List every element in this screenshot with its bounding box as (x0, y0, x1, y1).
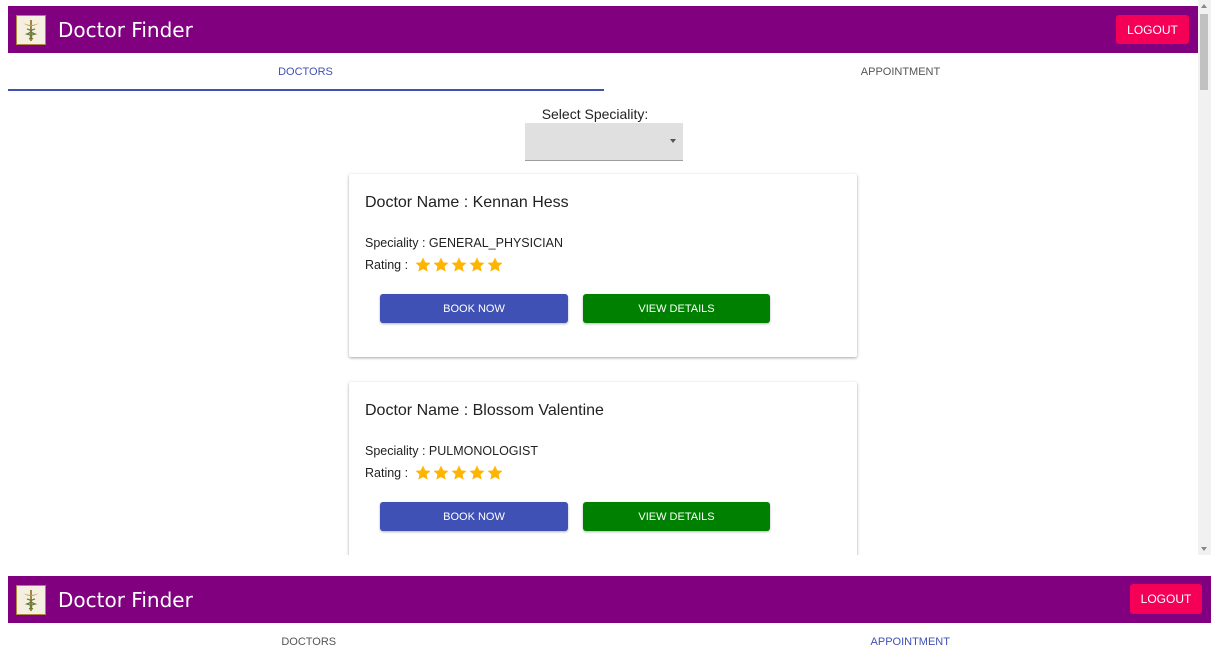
star-icon (451, 257, 467, 272)
rating-stars (414, 256, 504, 274)
doctor-name: Doctor Name : Blossom Valentine (365, 402, 604, 419)
doctor-name: Doctor Name : Kennan Hess (365, 194, 569, 211)
caduceus-logo-icon (16, 14, 46, 45)
tab-bar: DOCTORS APPOINTMENT (8, 623, 1211, 655)
logout-button[interactable]: LOGOUT (1116, 15, 1189, 44)
app-header: Doctor Finder LOGOUT (8, 6, 1199, 53)
star-icon (487, 465, 503, 480)
rating-label: Rating : (365, 466, 409, 480)
speciality-select[interactable] (525, 123, 683, 161)
scroll-down-icon[interactable] (1201, 547, 1207, 551)
book-now-button[interactable]: BOOK NOW (380, 502, 568, 531)
doctor-speciality: Speciality : PULMONOLOGIST (365, 444, 538, 458)
view-details-button[interactable]: VIEW DETAILS (583, 502, 770, 531)
star-icon (487, 257, 503, 272)
star-icon (433, 257, 449, 272)
doctor-rating: Rating : (365, 256, 504, 274)
doctor-rating: Rating : (365, 464, 504, 482)
tab-appointment[interactable]: APPOINTMENT (603, 53, 1198, 91)
chevron-down-icon (670, 139, 676, 143)
scrollbar-thumb[interactable] (1200, 14, 1208, 90)
tab-bar: DOCTORS APPOINTMENT (8, 53, 1198, 91)
doctor-card: Doctor Name : Kennan Hess Speciality : G… (349, 174, 857, 357)
rating-stars (414, 464, 504, 482)
vertical-scrollbar[interactable] (1198, 0, 1211, 555)
logout-button[interactable]: LOGOUT (1130, 584, 1202, 614)
star-icon (469, 465, 485, 480)
caduceus-logo-icon (16, 584, 46, 615)
app-header: Doctor Finder LOGOUT (8, 576, 1211, 623)
tab-doctors[interactable]: DOCTORS (8, 53, 603, 91)
book-now-button[interactable]: BOOK NOW (380, 294, 568, 323)
app-title: Doctor Finder (58, 587, 193, 612)
doctor-card: Doctor Name : Blossom Valentine Speciali… (349, 382, 857, 555)
scroll-up-icon[interactable] (1201, 4, 1207, 8)
app-title: Doctor Finder (58, 17, 193, 42)
star-icon (451, 465, 467, 480)
tab-appointment[interactable]: APPOINTMENT (610, 623, 1211, 655)
doctor-speciality: Speciality : GENERAL_PHYSICIAN (365, 236, 563, 250)
speciality-label: Select Speciality: (541, 106, 649, 122)
star-icon (415, 465, 431, 480)
star-icon (469, 257, 485, 272)
view-details-button[interactable]: VIEW DETAILS (583, 294, 770, 323)
rating-label: Rating : (365, 258, 409, 272)
star-icon (415, 257, 431, 272)
doctors-view: Doctor Finder LOGOUT DOCTORS APPOINTMENT… (0, 0, 1211, 555)
tab-indicator (8, 89, 604, 91)
tab-doctors[interactable]: DOCTORS (8, 623, 610, 655)
star-icon (433, 465, 449, 480)
appointment-view: Doctor Finder LOGOUT DOCTORS APPOINTMENT (0, 576, 1211, 655)
